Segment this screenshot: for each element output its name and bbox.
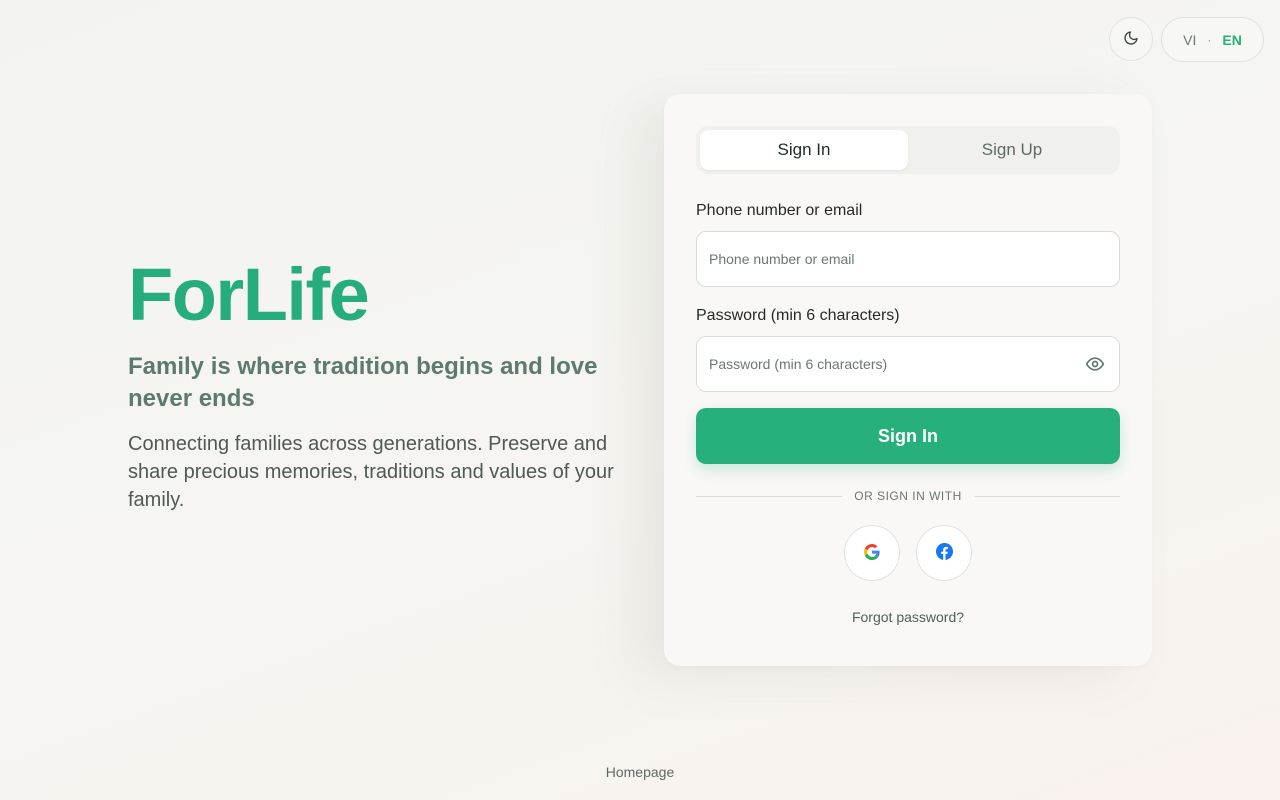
divider: OR SIGN IN WITH [696, 489, 1120, 503]
moon-icon [1123, 30, 1139, 49]
hero-section: ForLife Family is where tradition begins… [128, 256, 628, 514]
google-sign-in-button[interactable] [844, 525, 900, 581]
auth-card: Sign In Sign Up Phone number or email Pa… [664, 94, 1152, 666]
language-separator: · [1207, 32, 1212, 47]
google-icon [864, 543, 880, 563]
facebook-sign-in-button[interactable] [916, 525, 972, 581]
hero-description: Connecting families across generations. … [128, 433, 614, 511]
language-option-vi[interactable]: VI [1183, 32, 1196, 48]
tab-sign-in[interactable]: Sign In [700, 130, 908, 170]
auth-tabs: Sign In Sign Up [696, 126, 1120, 174]
facebook-icon [935, 543, 953, 563]
identifier-field-wrapper [696, 231, 1120, 287]
theme-toggle-button[interactable] [1109, 17, 1153, 61]
forgot-password-link[interactable]: Forgot password? [696, 609, 1120, 625]
social-login-group [696, 525, 1120, 581]
eye-icon[interactable] [1083, 352, 1107, 376]
homepage-link[interactable]: Homepage [0, 764, 1280, 780]
brand-title: ForLife [128, 253, 370, 336]
password-label: Password (min 6 characters) [696, 307, 900, 324]
divider-text: OR SIGN IN WITH [842, 489, 974, 503]
password-input[interactable] [709, 356, 1083, 372]
sign-in-button[interactable]: Sign In [696, 408, 1120, 464]
language-switcher: VI · EN [1161, 17, 1264, 62]
password-field-wrapper [696, 336, 1120, 392]
identifier-input[interactable] [709, 251, 1107, 267]
identifier-label: Phone number or email [696, 202, 863, 219]
language-option-en[interactable]: EN [1222, 32, 1241, 48]
hero-tagline: Family is where tradition begins and lov… [128, 353, 598, 412]
tab-sign-up[interactable]: Sign Up [908, 130, 1116, 170]
